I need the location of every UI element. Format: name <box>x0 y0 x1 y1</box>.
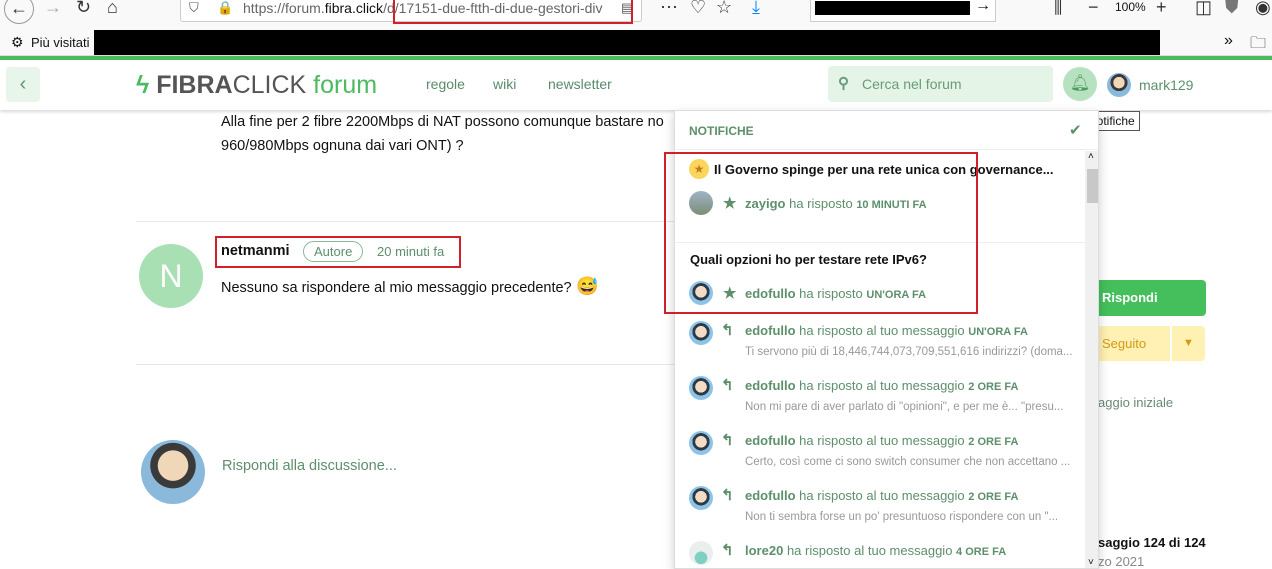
chevron-overflow-icon[interactable]: » <box>1224 32 1233 50</box>
lore20-avatar <box>689 541 713 565</box>
notification-item[interactable]: ↰ edofullo ha risposto al tuo messaggio … <box>675 374 1085 429</box>
url-prefix: https://forum. <box>243 0 325 16</box>
forward-icon[interactable]: → <box>44 0 62 18</box>
author-avatar[interactable]: N <box>139 244 203 308</box>
post-text-line: 960/980Mbps ognuna dai vari ONT) ? <box>221 138 464 154</box>
nav-wiki[interactable]: wiki <box>493 76 516 92</box>
highlight-box <box>664 152 978 314</box>
shield-icon: ⛉ <box>189 0 199 15</box>
mark-all-read-check-icon[interactable]: ✔ <box>1069 121 1082 139</box>
scrollbar[interactable]: ˄ ˅ <box>1085 151 1098 568</box>
edofullo-avatar <box>689 486 713 510</box>
notification-item[interactable]: ↰ edofullo ha risposto al tuo messaggio … <box>675 484 1085 539</box>
zoom-level[interactable]: 100% <box>1115 0 1146 14</box>
notification-time: UN'ORA FA <box>968 326 1028 338</box>
notification-item[interactable]: ↰ edofullo ha risposto al tuo messaggio … <box>675 429 1085 484</box>
notification-action: ha risposto al tuo messaggio <box>786 543 953 558</box>
notifications-title: NOTIFICHE <box>689 124 754 138</box>
notification-time: 4 ORE FA <box>956 546 1007 558</box>
pocket-icon[interactable]: ♡ <box>690 0 706 18</box>
notification-user[interactable]: edofullo <box>745 433 796 448</box>
reply-icon: ↰ <box>721 322 734 339</box>
search-icon: ⚲ <box>838 75 849 92</box>
search-placeholder: Cerca nel forum <box>862 76 962 92</box>
search-bar[interactable]: → <box>810 0 996 22</box>
notification-item[interactable]: ↰ edofullo ha risposto al tuo messaggio … <box>675 319 1085 374</box>
url-host: fibra.click <box>324 0 384 16</box>
lock-icon: 🔒 <box>217 0 234 15</box>
reply-prompt[interactable]: Rispondi alla discussione... <box>222 458 397 474</box>
download-icon[interactable]: ⤓ <box>752 0 760 18</box>
notification-user[interactable]: edofullo <box>745 323 796 338</box>
follow-dropdown-caret-icon[interactable]: ▼ <box>1172 326 1205 361</box>
post-time[interactable]: 20 minuti fa <box>377 244 444 259</box>
notification-action: ha risposto al tuo messaggio <box>799 378 965 393</box>
redacted-bookmarks <box>94 30 1160 55</box>
notification-user[interactable]: lore20 <box>745 543 783 558</box>
post-text-line: Alla fine per 2 fibre 2200Mbps di NAT po… <box>221 114 664 130</box>
edofullo-avatar <box>689 376 713 400</box>
notification-action: ha risposto al tuo messaggio <box>799 323 965 338</box>
ublock-icon[interactable]: ⛊ <box>1225 0 1239 18</box>
reply-icon: ↰ <box>721 487 734 504</box>
star-icon[interactable]: ☆ <box>716 0 732 18</box>
username[interactable]: mark129 <box>1139 77 1193 93</box>
gear-icon: ⚙ <box>11 34 24 50</box>
author-badge: Autore <box>303 241 364 262</box>
notification-excerpt: Ti servono più di 18,446,744,073,709,551… <box>745 346 1073 358</box>
notification-time: 2 ORE FA <box>968 381 1019 393</box>
bolt-icon: ϟ <box>136 71 157 99</box>
library-icon[interactable]: ⫼ <box>1054 0 1062 18</box>
notification-user[interactable]: edofullo <box>745 488 796 503</box>
nav-newsletter[interactable]: newsletter <box>548 76 612 92</box>
logo-forum: forum <box>313 71 378 99</box>
bookmarks-bar: ⚙ Più visitati » 🗀 <box>0 30 1272 56</box>
reply-icon: ↰ <box>721 432 734 449</box>
notification-item[interactable]: ↰ lore20 ha risposto al tuo messaggio 4 … <box>675 539 1085 568</box>
notification-excerpt: Non ti sembra forse un po' presuntuoso r… <box>745 511 1059 523</box>
notification-excerpt: Non mi pare di aver parlato di "opinioni… <box>745 401 1064 413</box>
zoom-in-icon[interactable]: + <box>1156 0 1167 18</box>
logo-bold: FIBRA <box>156 71 233 99</box>
highlight-box <box>393 0 633 24</box>
sweat-smile-emoji: 😅 <box>576 276 599 296</box>
search-input[interactable]: ⚲ Cerca nel forum <box>828 66 1053 102</box>
reply-icon: ↰ <box>721 542 734 559</box>
nav-regole[interactable]: regole <box>426 76 465 92</box>
bookmark-most-visited[interactable]: Più visitati <box>31 35 90 50</box>
scrubber-date: zo 2021 <box>1098 554 1145 569</box>
reply-icon: ↰ <box>721 377 734 394</box>
my-avatar <box>141 440 205 504</box>
back-button[interactable]: ‹ <box>6 67 40 102</box>
notification-time: 2 ORE FA <box>968 491 1019 503</box>
post-body: Nessuno sa rispondere al mio messaggio p… <box>221 280 572 296</box>
original-post-link[interactable]: aggio iniziale <box>1098 395 1173 410</box>
notification-time: 2 ORE FA <box>968 436 1019 448</box>
logo[interactable]: ϟ FIBRACLICK forum <box>136 71 377 100</box>
edofullo-avatar <box>689 431 713 455</box>
divider <box>136 364 676 365</box>
scrubber-position: saggio 124 di 124 <box>1098 535 1206 550</box>
browser-toolbar: ← → ↻ ⌂ ⛉ 🔒 https://forum.fibra.click/d/… <box>0 0 1272 30</box>
notification-action: ha risposto al tuo messaggio <box>799 488 965 503</box>
forum-header: ‹ ϟ FIBRACLICK forum regole wiki newslet… <box>0 60 1272 110</box>
bell-icon: 🔔︎ <box>1069 75 1091 92</box>
sidebar-icon[interactable]: ◫ <box>1195 0 1212 18</box>
user-avatar[interactable] <box>1107 73 1131 97</box>
divider <box>136 221 676 222</box>
notification-excerpt: Certo, così come ci sono switch consumer… <box>745 456 1071 468</box>
more-icon[interactable]: ⋯ <box>660 0 678 18</box>
notifications-button[interactable]: 🔔︎ <box>1063 67 1097 101</box>
logo-light: CLICK <box>232 71 307 99</box>
back-icon[interactable]: ← <box>4 0 34 24</box>
folder-icon[interactable]: 🗀 <box>1250 32 1266 59</box>
notification-user[interactable]: edofullo <box>745 378 796 393</box>
reload-icon[interactable]: ↻ <box>76 0 91 18</box>
edofullo-avatar <box>689 321 713 345</box>
notification-action: ha risposto al tuo messaggio <box>799 433 965 448</box>
zoom-out-icon[interactable]: − <box>1088 0 1099 18</box>
post-author[interactable]: netmanmi <box>221 243 290 259</box>
account-icon[interactable]: ◉ <box>1255 0 1271 18</box>
home-icon[interactable]: ⌂ <box>107 0 118 18</box>
